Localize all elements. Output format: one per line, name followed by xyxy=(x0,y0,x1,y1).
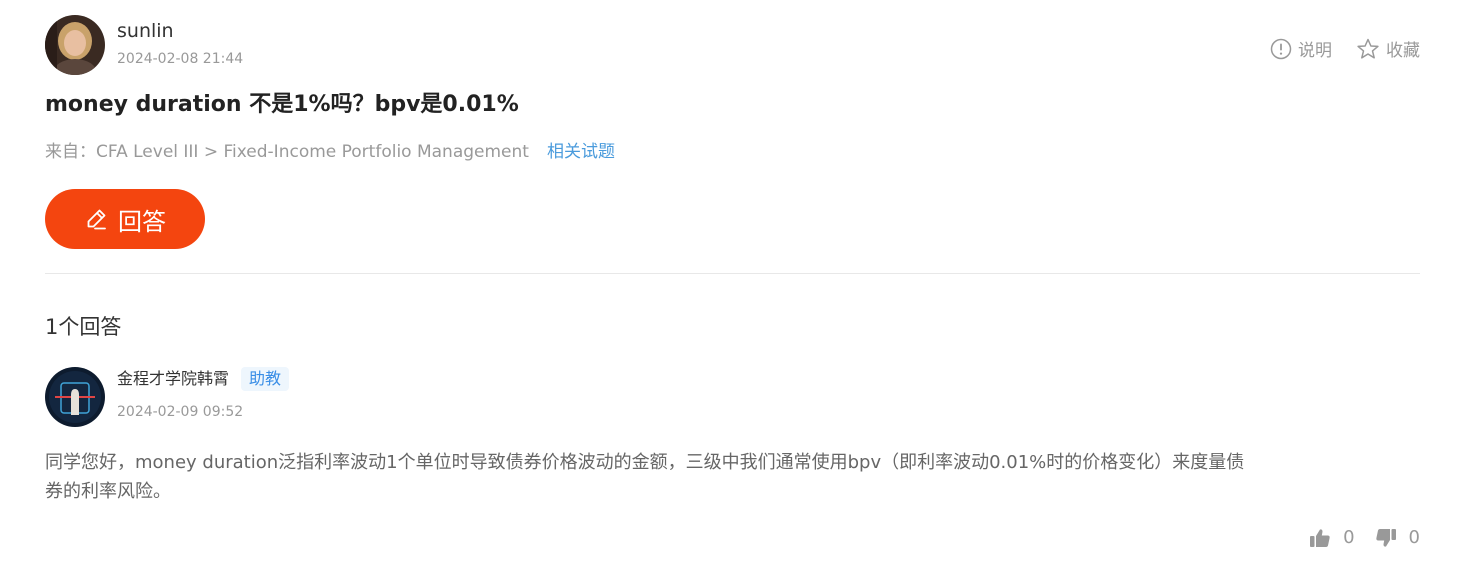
dislike-count: 0 xyxy=(1408,527,1420,548)
favorite-button[interactable]: 收藏 xyxy=(1356,36,1420,61)
section-divider xyxy=(45,273,1420,274)
answerer-name[interactable]: 金程才学院韩霄 xyxy=(117,367,229,391)
favorite-label: 收藏 xyxy=(1386,41,1420,61)
qa-page: sunlin 2024-02-08 21:44 说明 收藏 money dura… xyxy=(0,0,1460,570)
pencil-icon xyxy=(84,207,108,231)
role-badge: 助教 xyxy=(241,367,290,391)
answer-votes: 0 0 xyxy=(1309,527,1420,548)
thumbs-up-icon xyxy=(1309,528,1331,548)
question-author-name[interactable]: sunlin xyxy=(117,19,174,43)
question-title: money duration 不是1%吗？bpv是0.01% xyxy=(45,92,519,117)
answer-button-label: 回答 xyxy=(118,208,166,236)
answer-content: 同学您好，money duration泛指利率波动1个单位时导致债券价格波动的金… xyxy=(45,452,1245,502)
answer-count: 1个回答 xyxy=(45,315,122,339)
source-prefix: 来自： xyxy=(45,142,96,162)
answer-button[interactable]: 回答 xyxy=(45,189,205,249)
like-button[interactable]: 0 xyxy=(1309,527,1355,548)
related-questions-link[interactable]: 相关试题 xyxy=(547,140,615,164)
dislike-button[interactable]: 0 xyxy=(1375,527,1420,548)
source-path: CFA Level III > Fixed-Income Portfolio M… xyxy=(96,142,529,162)
answerer-avatar[interactable] xyxy=(45,367,105,427)
answer-timestamp: 2024-02-09 09:52 xyxy=(117,404,244,420)
info-circle-icon xyxy=(1270,38,1292,60)
like-count: 0 xyxy=(1343,527,1355,548)
thumbs-down-icon xyxy=(1375,528,1397,548)
star-outline-icon xyxy=(1356,38,1380,60)
question-timestamp: 2024-02-08 21:44 xyxy=(117,51,244,67)
explain-label: 说明 xyxy=(1298,41,1332,61)
question-author-avatar[interactable] xyxy=(45,15,105,75)
explain-button[interactable]: 说明 xyxy=(1270,36,1332,61)
question-source: 来自： CFA Level III > Fixed-Income Portfol… xyxy=(45,140,615,164)
question-actions: 说明 收藏 xyxy=(1270,36,1420,61)
answerer-info: 金程才学院韩霄 助教 xyxy=(117,367,290,391)
